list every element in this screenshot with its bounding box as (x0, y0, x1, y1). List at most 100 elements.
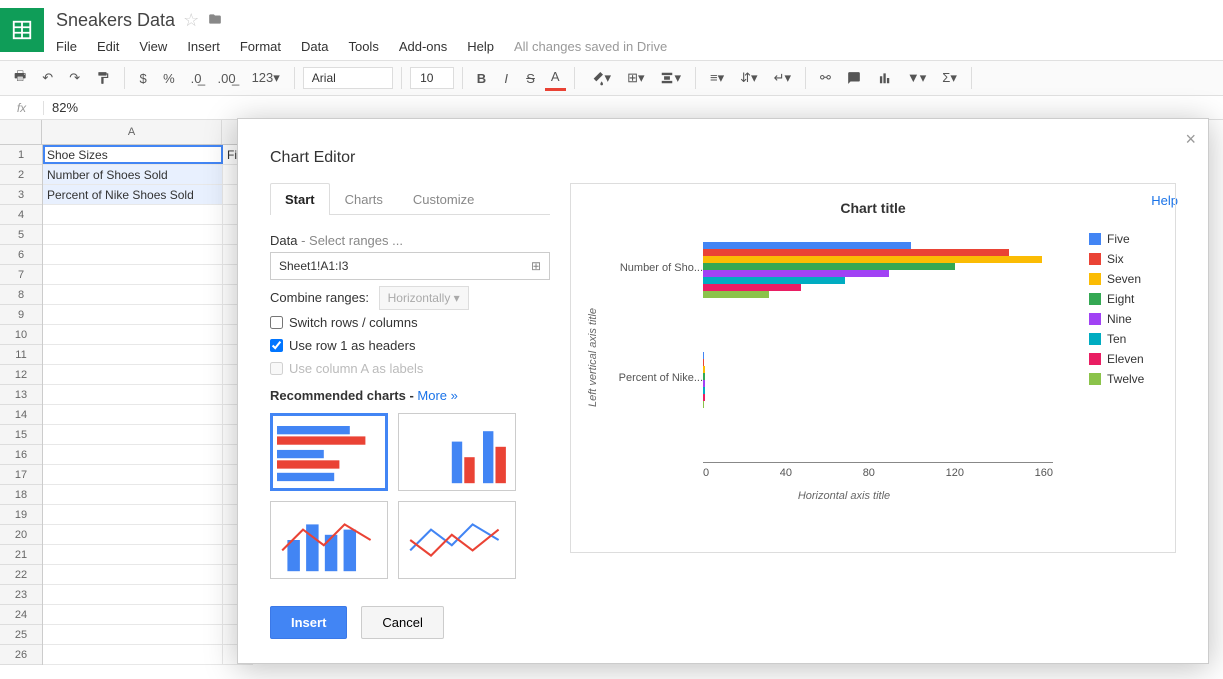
chart-thumb-combo[interactable] (270, 501, 388, 579)
cell[interactable] (43, 225, 223, 244)
cell[interactable] (43, 405, 223, 424)
tab-charts[interactable]: Charts (330, 183, 398, 215)
cell[interactable] (43, 445, 223, 464)
tab-start[interactable]: Start (270, 183, 330, 215)
close-icon[interactable]: × (1185, 129, 1196, 150)
use-row1-checkbox[interactable]: Use row 1 as headers (270, 338, 550, 353)
undo-icon[interactable]: ↶ (36, 66, 59, 90)
comment-icon[interactable] (841, 67, 867, 89)
select-all-cell[interactable] (0, 120, 42, 144)
row-header[interactable]: 1 (0, 145, 42, 165)
tab-customize[interactable]: Customize (398, 183, 489, 215)
filter-icon[interactable]: ▼▾ (901, 66, 932, 90)
menu-insert[interactable]: Insert (187, 39, 220, 54)
cell[interactable] (43, 365, 223, 384)
row-header[interactable]: 22 (0, 565, 42, 585)
row-header[interactable]: 11 (0, 345, 42, 365)
row-header[interactable]: 14 (0, 405, 42, 425)
row-header[interactable]: 2 (0, 165, 42, 185)
cell[interactable] (43, 245, 223, 264)
print-icon[interactable]: 🖶 (8, 63, 32, 93)
menu-file[interactable]: File (56, 39, 77, 54)
row-header[interactable]: 3 (0, 185, 42, 205)
wrap-icon[interactable]: ↵▾ (768, 66, 797, 90)
currency-icon[interactable]: $ (133, 67, 153, 90)
cell[interactable] (43, 525, 223, 544)
font-select[interactable]: Arial (303, 67, 393, 89)
menu-format[interactable]: Format (240, 39, 281, 54)
row-header[interactable]: 26 (0, 645, 42, 665)
cell[interactable] (43, 565, 223, 584)
formula-input[interactable]: 82% (44, 100, 1223, 115)
row-header[interactable]: 15 (0, 425, 42, 445)
row-header[interactable]: 21 (0, 545, 42, 565)
menu-edit[interactable]: Edit (97, 39, 119, 54)
menu-data[interactable]: Data (301, 39, 328, 54)
cell[interactable] (43, 345, 223, 364)
borders-icon[interactable]: ⊞▾ (621, 66, 650, 90)
percent-icon[interactable]: % (157, 67, 181, 90)
format-more-icon[interactable]: 123▾ (246, 66, 286, 90)
more-link[interactable]: More » (417, 388, 457, 403)
row-header[interactable]: 16 (0, 445, 42, 465)
cell[interactable] (43, 265, 223, 284)
row-header[interactable]: 5 (0, 225, 42, 245)
valign-icon[interactable]: ⇵▾ (734, 66, 763, 90)
cell[interactable] (43, 465, 223, 484)
cell[interactable] (43, 305, 223, 324)
row-header[interactable]: 9 (0, 305, 42, 325)
cell[interactable] (43, 625, 223, 644)
range-input[interactable]: Sheet1!A1:I3 ⊞ (270, 252, 550, 280)
cell[interactable] (43, 605, 223, 624)
cell[interactable] (43, 325, 223, 344)
strikethrough-icon[interactable]: S (520, 67, 541, 90)
chart-thumb-bar-v[interactable] (398, 413, 516, 491)
cell[interactable] (43, 505, 223, 524)
chart-icon[interactable] (871, 67, 897, 89)
cell[interactable] (43, 385, 223, 404)
row-header[interactable]: 13 (0, 385, 42, 405)
select-range-icon[interactable]: ⊞ (531, 259, 541, 273)
cell[interactable] (43, 545, 223, 564)
menu-help[interactable]: Help (467, 39, 494, 54)
col-header-a[interactable]: A (42, 120, 222, 144)
cell[interactable]: Percent of Nike Shoes Sold (43, 185, 223, 204)
text-color-icon[interactable]: A (545, 65, 566, 91)
increase-decimal-icon[interactable]: .00̲ (212, 67, 242, 90)
switch-rows-checkbox[interactable]: Switch rows / columns (270, 315, 550, 330)
row-header[interactable]: 7 (0, 265, 42, 285)
row-header[interactable]: 20 (0, 525, 42, 545)
chart-thumb-line[interactable] (398, 501, 516, 579)
row-header[interactable]: 4 (0, 205, 42, 225)
redo-icon[interactable]: ↷ (63, 66, 86, 90)
row-header[interactable]: 10 (0, 325, 42, 345)
row-header[interactable]: 6 (0, 245, 42, 265)
cell[interactable] (43, 205, 223, 224)
cell[interactable]: Number of Shoes Sold (43, 165, 223, 184)
decrease-decimal-icon[interactable]: .0̲ (185, 67, 208, 90)
menu-view[interactable]: View (139, 39, 167, 54)
menu-tools[interactable]: Tools (348, 39, 378, 54)
cell[interactable] (43, 485, 223, 504)
cell[interactable]: Shoe Sizes (43, 145, 223, 164)
row-header[interactable]: 25 (0, 625, 42, 645)
cell[interactable] (43, 425, 223, 444)
paint-format-icon[interactable] (90, 67, 116, 89)
link-icon[interactable]: ⚯ (814, 66, 837, 90)
bold-icon[interactable]: B (471, 67, 492, 90)
merge-icon[interactable]: ▾ (654, 66, 687, 90)
doc-title[interactable]: Sneakers Data (56, 10, 175, 31)
italic-icon[interactable]: I (496, 67, 516, 90)
sheets-logo[interactable] (0, 8, 44, 52)
insert-button[interactable]: Insert (270, 606, 347, 639)
chart-thumb-bar-h[interactable] (270, 413, 388, 491)
row-header[interactable]: 18 (0, 485, 42, 505)
star-icon[interactable]: ☆ (183, 10, 199, 31)
row-header[interactable]: 23 (0, 585, 42, 605)
halign-icon[interactable]: ≡▾ (704, 66, 730, 90)
row-header[interactable]: 19 (0, 505, 42, 525)
row-header[interactable]: 12 (0, 365, 42, 385)
cell[interactable] (43, 285, 223, 304)
cell[interactable] (43, 585, 223, 604)
fill-color-icon[interactable]: ▾ (583, 66, 618, 90)
